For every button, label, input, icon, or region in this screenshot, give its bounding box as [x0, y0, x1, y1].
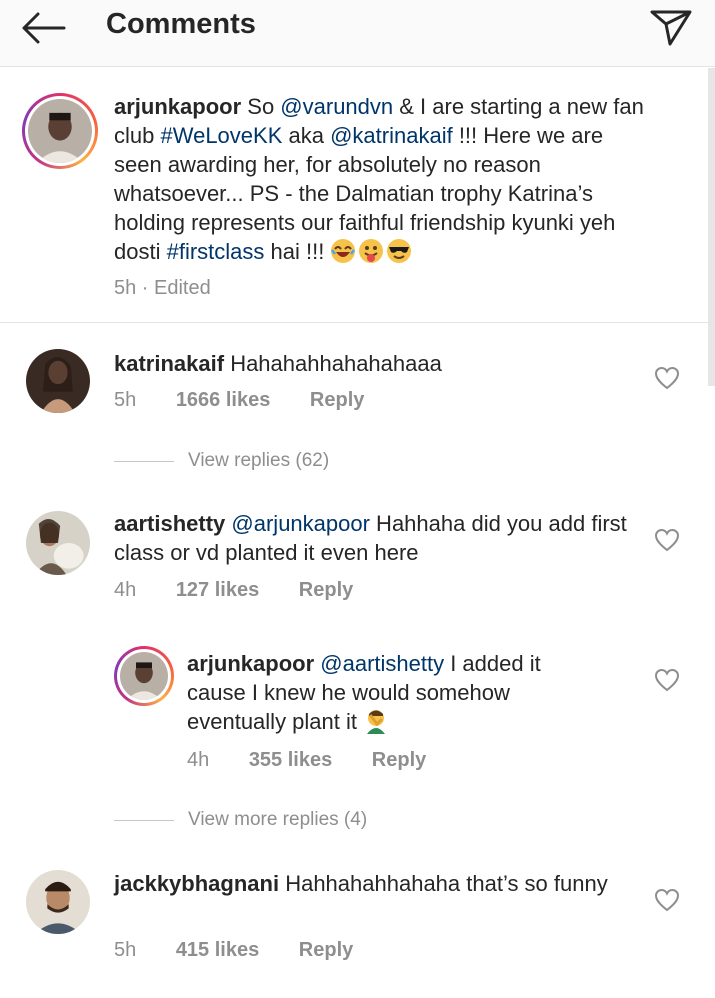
hashtag-link[interactable]: #WeLoveKK — [160, 123, 282, 148]
avatar-jackkybhagnani[interactable] — [26, 870, 90, 934]
reply-arjunkapoor: arjunkapoor @aartishetty I added it caus… — [187, 649, 587, 736]
comment-username[interactable]: arjunkapoor — [187, 651, 314, 676]
likes-count[interactable]: 355 likes — [249, 749, 332, 771]
comment-meta: 5h 1666 likes Reply — [114, 389, 398, 412]
laughing-face-emoji — [331, 239, 356, 263]
heart-icon[interactable] — [654, 668, 680, 692]
view-replies-button[interactable]: View replies (62) — [188, 450, 329, 472]
comment-meta: 5h 415 likes Reply — [114, 939, 387, 962]
reply-button[interactable]: Reply — [299, 939, 353, 961]
caption-text-segment: aka — [282, 123, 331, 148]
back-button[interactable] — [18, 8, 68, 48]
header-bar: Comments — [0, 0, 715, 67]
comment-time: 4h — [114, 579, 137, 601]
back-arrow-icon — [22, 12, 66, 44]
tongue-face-emoji — [359, 239, 384, 263]
mention-link[interactable]: @katrinakaif — [330, 123, 453, 148]
mention-link[interactable]: @arjunkapoor — [231, 511, 370, 536]
reply-button[interactable]: Reply — [299, 579, 353, 601]
page-title: Comments — [106, 8, 256, 40]
avatar-arjunkapoor[interactable] — [114, 646, 174, 706]
comment-text: Hahahahhahahahaaa — [230, 351, 442, 376]
likes-count[interactable]: 127 likes — [176, 579, 259, 601]
comment-username[interactable]: aartishetty — [114, 511, 225, 536]
comment-username[interactable]: katrinakaif — [114, 351, 224, 376]
reply-button[interactable]: Reply — [310, 389, 364, 411]
heart-icon[interactable] — [654, 366, 680, 390]
heart-icon[interactable] — [654, 888, 680, 912]
comment-time: 5h — [114, 389, 137, 411]
hashtag-link[interactable]: #firstclass — [167, 239, 265, 264]
comment-jackkybhagnani: jackkybhagnani Hahhahahhahaha that’s so … — [114, 869, 634, 898]
view-more-replies-button[interactable]: View more replies (4) — [188, 809, 367, 831]
comment-username[interactable]: jackkybhagnani — [114, 871, 279, 896]
avatar-katrinakaif[interactable] — [26, 349, 90, 413]
divider — [0, 322, 715, 323]
paper-plane-icon — [650, 10, 692, 46]
comment-meta: 4h 355 likes Reply — [187, 749, 460, 772]
heart-icon[interactable] — [654, 528, 680, 552]
caption-text-segment: So — [247, 94, 281, 119]
sunglasses-face-emoji — [387, 239, 412, 263]
mention-link[interactable]: @aartishetty — [320, 651, 444, 676]
caption-emojis — [330, 239, 414, 264]
caption-text: arjunkapoor So @varundvn & I are startin… — [114, 92, 654, 266]
mention-link[interactable]: @varundvn — [280, 94, 393, 119]
scrollbar[interactable] — [708, 68, 715, 386]
avatar-arjunkapoor[interactable] — [22, 93, 98, 169]
man-facepalming-emoji — [367, 710, 386, 734]
caption-username[interactable]: arjunkapoor — [114, 94, 241, 119]
caption-text-segment: hai !!! — [264, 239, 331, 264]
view-replies-line — [114, 820, 174, 821]
view-replies-line — [114, 461, 174, 462]
comment-katrinakaif: katrinakaif Hahahahhahahahaaa — [114, 349, 634, 378]
comment-text: Hahhahahhahaha that’s so funny — [285, 871, 608, 896]
caption-meta: 5h · Edited — [114, 277, 211, 299]
reply-button[interactable]: Reply — [372, 749, 426, 771]
comment-aartishetty: aartishetty @arjunkapoor Hahhaha did you… — [114, 509, 634, 567]
comment-time: 5h — [114, 939, 137, 961]
likes-count[interactable]: 1666 likes — [176, 389, 271, 411]
comment-time: 4h — [187, 749, 210, 771]
likes-count[interactable]: 415 likes — [176, 939, 259, 961]
avatar-aartishetty[interactable] — [26, 511, 90, 575]
comment-meta: 4h 127 likes Reply — [114, 579, 387, 602]
direct-share-button[interactable] — [648, 6, 694, 46]
